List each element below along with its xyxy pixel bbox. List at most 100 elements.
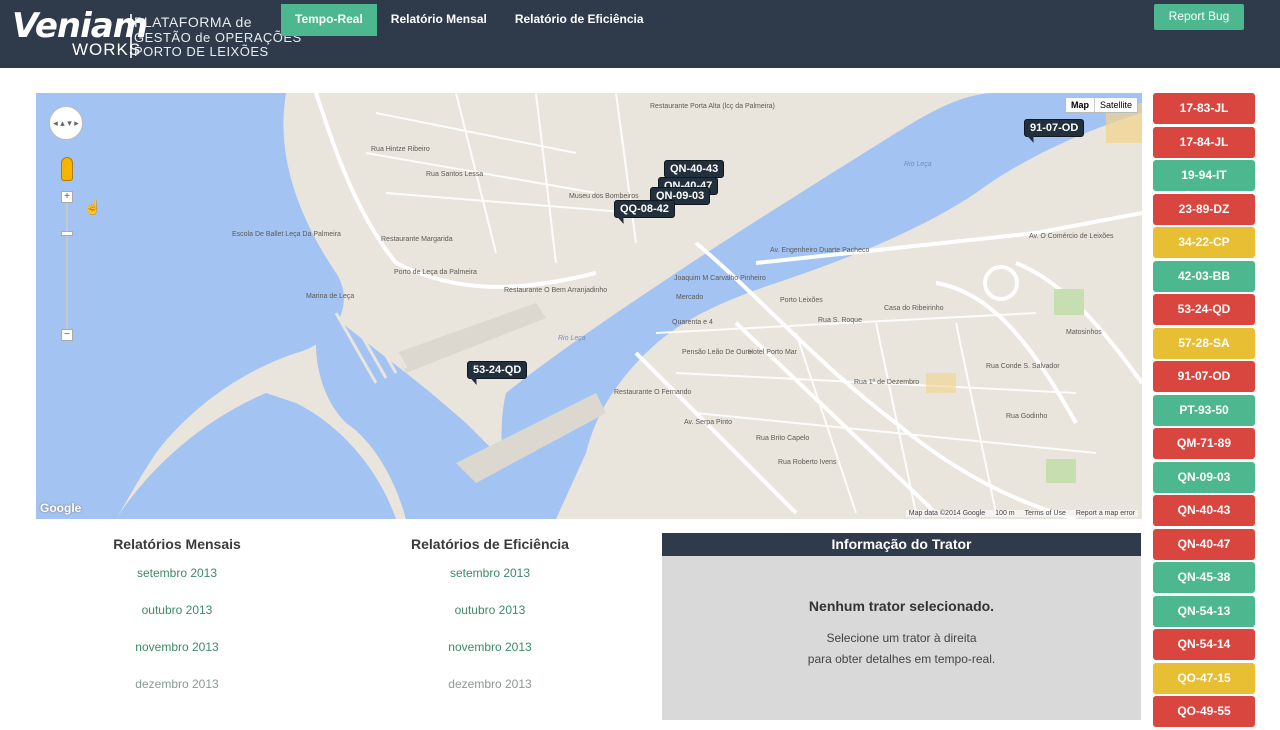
trator-item-qo-47-15[interactable]: QO-47-15 [1153, 662, 1255, 694]
map-label: Rua S. Roque [818, 317, 862, 324]
trator-item-qn-54-14[interactable]: QN-54-14 [1153, 629, 1255, 660]
map-label: Casa do Ribeirinho [884, 305, 944, 312]
relatorios-mensais-title: Relatórios Mensais [113, 536, 241, 552]
trator-item-qm-71-89[interactable]: QM-71-89 [1153, 428, 1255, 459]
trator-item-qn-45-38[interactable]: QN-45-38 [1153, 562, 1255, 593]
map-type-control: Map Satellite [1064, 97, 1138, 113]
report-link-mensal[interactable]: dezembro 2013 [57, 677, 297, 714]
map-label: Rua Conde S. Salvador [986, 363, 1060, 370]
map-canvas [36, 93, 1142, 519]
map-label: Matosinhos [1066, 329, 1102, 336]
no-trator-selected-title: Nenhum trator selecionado. [808, 598, 995, 614]
map-label: Pensão Leão De Ouro [682, 349, 752, 356]
terms-link[interactable]: Terms of Use [1025, 510, 1066, 517]
map-label: Restaurante Margarida [381, 236, 453, 243]
trator-item-57-28-sa[interactable]: 57-28-SA [1153, 327, 1255, 359]
map-label: Porto Leixões [780, 297, 823, 304]
map-label: Museu dos Bombeiros [569, 193, 639, 200]
logo-line-1: PLATAFORMA de [134, 14, 253, 30]
map-view[interactable]: Restaurante Porta Alta (lcç da Palmeira)… [36, 93, 1142, 519]
trator-item-91-07-od[interactable]: 91-07-OD [1153, 361, 1255, 392]
relatorios-eficiencia-title: Relatórios de Eficiência [411, 536, 569, 552]
map-marker[interactable]: 53-24-QD [467, 361, 528, 379]
relatorios-mensais-section: Relatórios Mensais setembro 2013 outubro… [57, 536, 297, 714]
google-logo: Google [40, 501, 82, 515]
trator-item-53-24-qd[interactable]: 53-24-QD [1153, 294, 1255, 325]
trator-item-23-89-dz[interactable]: 23-89-DZ [1153, 193, 1255, 225]
trator-item-qn-09-03[interactable]: QN-09-03 [1153, 461, 1255, 493]
map-label: Rua 1º de Dezembro [854, 379, 920, 386]
map-label: Restaurante Porta Alta (lcç da Palmeira) [650, 103, 775, 110]
trator-item-qn-40-47[interactable]: QN-40-47 [1153, 528, 1255, 560]
map-marker[interactable]: QN-40-43 [664, 160, 725, 178]
relatorios-eficiencia-section: Relatórios de Eficiência setembro 2013 o… [370, 536, 610, 714]
map-marker[interactable]: 91-07-OD [1024, 119, 1085, 137]
report-link-eficiencia[interactable]: setembro 2013 [370, 566, 610, 603]
report-link-eficiencia[interactable]: dezembro 2013 [370, 677, 610, 714]
info-line-2: para obter detalhes em tempo-real. [807, 652, 996, 666]
info-line-1: Selecione um trator à direita [826, 631, 977, 645]
trator-item-17-83-jl[interactable]: 17-83-JL [1153, 93, 1255, 124]
map-label: Marina de Leça [306, 293, 355, 300]
map-label: Restaurante O Fernando [614, 389, 692, 396]
logo-divider [130, 14, 132, 58]
info-instructions: Selecione um trator à direita para obter… [662, 628, 1141, 670]
trator-item-34-22-cp[interactable]: 34-22-CP [1153, 227, 1255, 258]
report-link-eficiencia[interactable]: outubro 2013 [370, 603, 610, 640]
map-label: Av. Engenheiro Duarte Pacheco [770, 247, 870, 254]
info-trator-panel: Informação do Trator Nenhum trator selec… [662, 533, 1141, 720]
map-label: Hotel Porto Mar [748, 349, 798, 356]
map-label: Restaurante O Bem Arranjadinho [504, 287, 608, 294]
map-scale-text: 100 m [995, 510, 1015, 517]
main-nav: Tempo-Real Relatório Mensal Relatório de… [281, 4, 658, 36]
trator-list: 17-83-JL 17-84-JL 19-94-IT 23-89-DZ 34-22-CP… [1153, 93, 1255, 730]
map-label: Escola De Ballet Leça Da Palmeira [232, 231, 341, 238]
map-label: Av. O Comércio de Leixões [1029, 233, 1114, 240]
map-label: Rua Hintze Ribeiro [371, 146, 430, 153]
zoom-slider-track[interactable] [66, 197, 68, 333]
trator-item-qn-54-13[interactable]: QN-54-13 [1153, 595, 1255, 627]
map-label: Rua Santos Lessa [426, 171, 484, 178]
hand-cursor-icon: ☝ [84, 199, 102, 215]
map-label: Quarenta e 4 [672, 319, 713, 326]
map-marker[interactable]: QQ-08-42 [614, 200, 675, 218]
logo-line-2: GESTÃO de OPERAÇÕES [134, 30, 302, 45]
map-water-label: Rio Leça [558, 335, 586, 342]
trator-item-pt-93-50[interactable]: PT-93-50 [1153, 394, 1255, 426]
map-type-map-button[interactable]: Map [1066, 98, 1095, 112]
trator-item-17-84-jl[interactable]: 17-84-JL [1153, 126, 1255, 158]
app-header: Veniam WORKS PLATAFORMA de GESTÃO de OPE… [0, 0, 1280, 68]
map-label: Mercado [676, 294, 704, 301]
map-label: Porto de Leça da Palmeira [394, 269, 477, 276]
zoom-in-button[interactable]: + [61, 191, 73, 203]
report-map-error-link[interactable]: Report a map error [1076, 510, 1135, 517]
report-link-mensal[interactable]: setembro 2013 [57, 566, 297, 603]
tab-relatorio-mensal[interactable]: Relatório Mensal [377, 4, 501, 36]
report-link-mensal[interactable]: outubro 2013 [57, 603, 297, 640]
map-label: Rua Roberto Ivens [778, 459, 837, 466]
report-bug-button[interactable]: Report Bug [1154, 4, 1244, 30]
map-label: Joaquim M Carvalho Pinheiro [674, 275, 766, 282]
street-view-pegman-icon[interactable] [61, 157, 73, 181]
logo: Veniam WORKS PLATAFORMA de GESTÃO de OPE… [10, 6, 301, 62]
map-attribution: Map data ©2014 Google 100 m Terms of Use… [905, 510, 1138, 517]
zoom-out-button[interactable]: − [61, 329, 73, 341]
trator-item-19-94-it[interactable]: 19-94-IT [1153, 160, 1255, 191]
report-link-mensal[interactable]: novembro 2013 [57, 640, 297, 677]
map-data-text: Map data ©2014 Google [908, 510, 986, 517]
map-label: Rua Brito Capelo [756, 435, 810, 442]
trator-item-qo-49-55[interactable]: QO-49-55 [1153, 696, 1255, 727]
logo-line-3: PORTO DE LEIXÕES [134, 44, 269, 59]
tab-relatorio-eficiencia[interactable]: Relatório de Eficiência [501, 4, 658, 36]
map-label: Rua Godinho [1006, 413, 1048, 420]
map-water-label: Rio Leça [904, 161, 932, 168]
trator-item-qn-40-43[interactable]: QN-40-43 [1153, 495, 1255, 526]
map-type-satellite-button[interactable]: Satellite [1095, 98, 1137, 112]
trator-item-42-03-bb[interactable]: 42-03-BB [1153, 260, 1255, 292]
map-label: Av. Serpa Pinto [684, 419, 732, 426]
tab-tempo-real[interactable]: Tempo-Real [281, 4, 377, 36]
zoom-slider-knob[interactable] [61, 231, 73, 236]
report-link-eficiencia[interactable]: novembro 2013 [370, 640, 610, 677]
map-pan-control[interactable]: ◂ ▴ ▾ ▸ [49, 106, 83, 140]
info-trator-header: Informação do Trator [662, 533, 1141, 556]
